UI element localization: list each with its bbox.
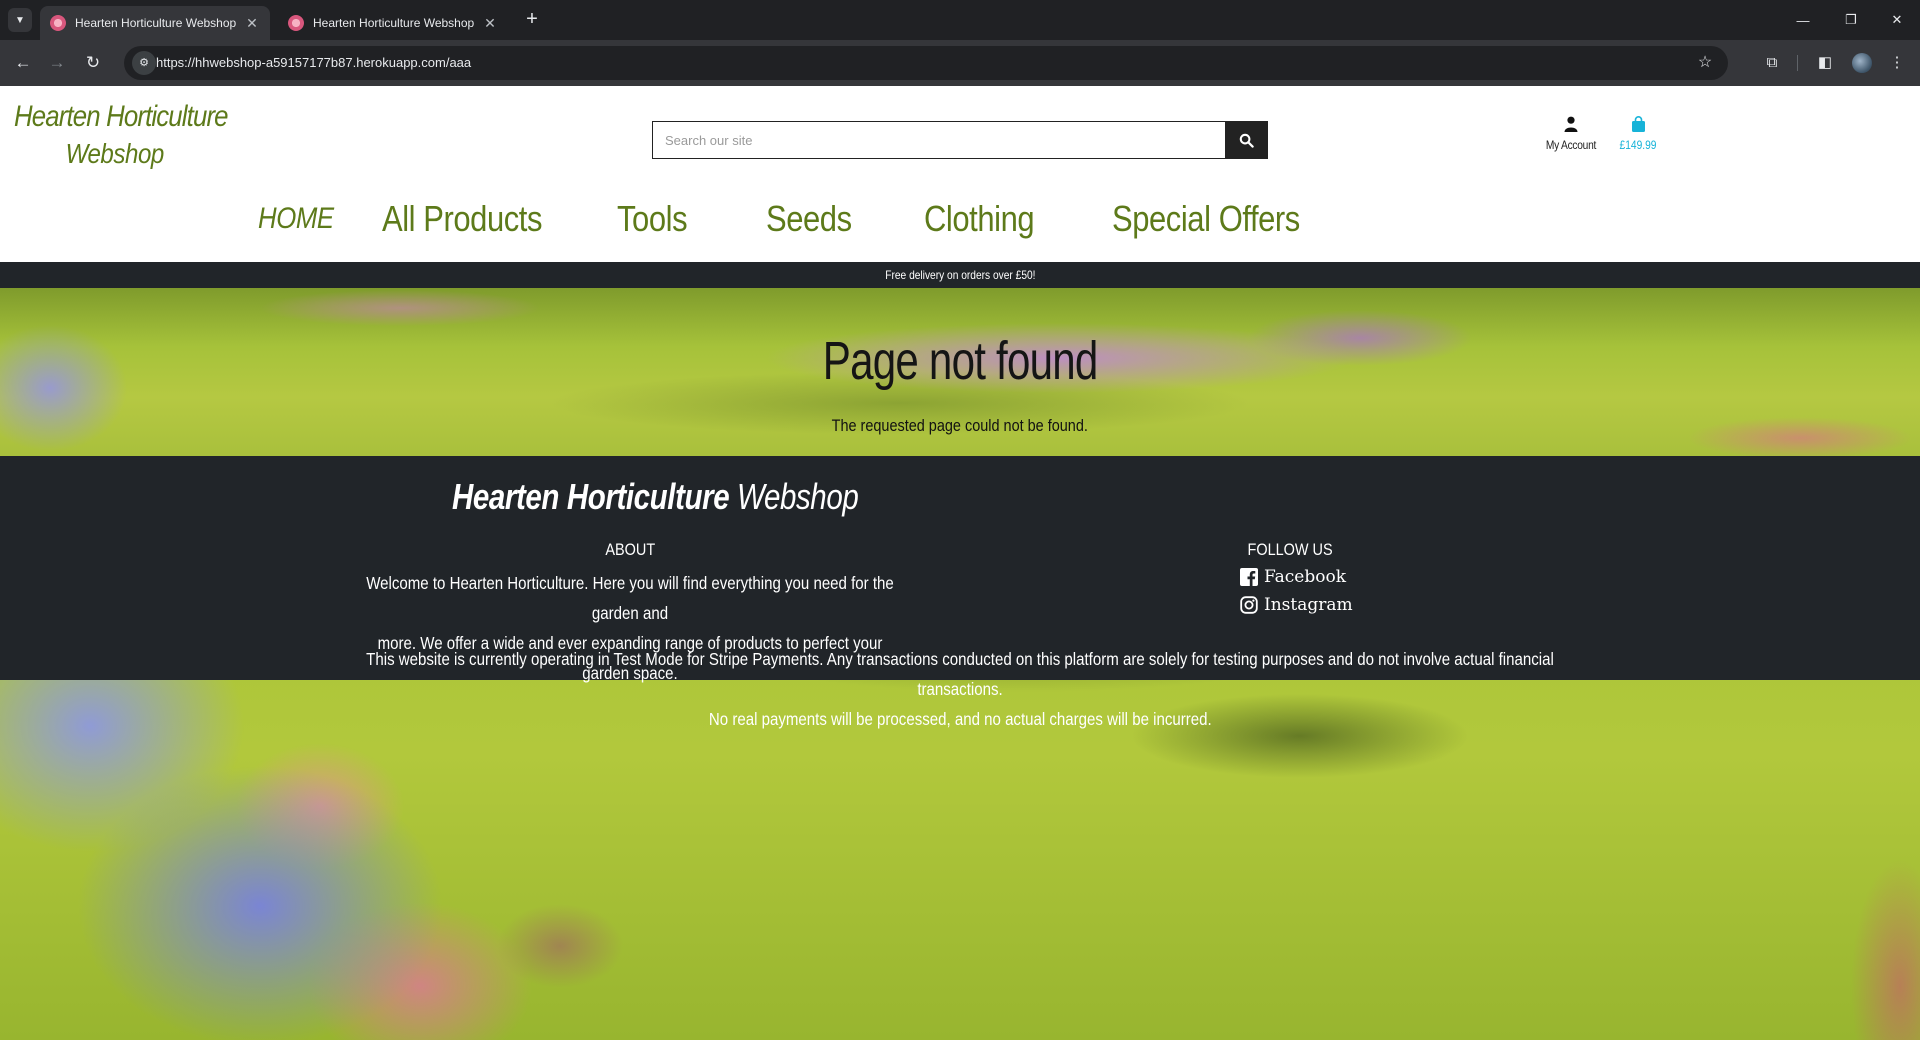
extensions-icon[interactable]: ⧉: [1759, 50, 1785, 76]
search-icon: [1239, 133, 1254, 148]
address-bar[interactable]: ⚙ https://hhwebshop-a59157177b87.herokua…: [124, 46, 1728, 80]
page-viewport: Hearten Horticulture Webshop My Account: [0, 86, 1920, 1040]
logo-title: Hearten Horticulture: [14, 100, 229, 133]
basket-total: £149.99: [1619, 138, 1657, 152]
site-logo[interactable]: Hearten Horticulture Webshop: [14, 100, 234, 170]
nav-tools[interactable]: Tools: [617, 198, 688, 240]
about-heading: ABOUT: [480, 540, 780, 560]
facebook-icon: [1240, 568, 1258, 586]
my-account-link[interactable]: My Account: [1536, 116, 1606, 152]
toolbar-divider: [1797, 55, 1798, 71]
nav-seeds[interactable]: Seeds: [766, 198, 852, 240]
nav-home[interactable]: HOME: [258, 202, 334, 236]
tab-title: Hearten Horticulture Webshop: [313, 16, 475, 30]
nav-clothing[interactable]: Clothing: [924, 198, 1035, 240]
delivery-banner: Free delivery on orders over £50!: [0, 262, 1920, 288]
follow-us-heading-text: FOLLOW US: [1247, 540, 1333, 559]
browser-tab-bar: ▼ Hearten Horticulture Webshop ✕ Hearten…: [0, 0, 1920, 40]
search-button[interactable]: [1225, 122, 1267, 158]
nav-special-offers[interactable]: Special Offers: [1112, 198, 1300, 240]
favicon-icon: [50, 15, 66, 31]
tab-search-icon[interactable]: ▼: [8, 8, 32, 32]
logo-subtitle: Webshop: [65, 138, 165, 169]
browser-tab[interactable]: Hearten Horticulture Webshop ✕: [278, 6, 508, 40]
site-info-icon[interactable]: ⚙: [132, 51, 156, 75]
about-heading-text: ABOUT: [605, 540, 655, 559]
main-navigation: HOME All Products Tools Seeds Clothing S…: [0, 198, 1920, 254]
facebook-link[interactable]: Facebook: [1240, 564, 1400, 590]
test-mode-notice: This website is currently operating in T…: [240, 644, 1680, 734]
reload-icon[interactable]: ↻: [80, 50, 106, 76]
tab-close-icon[interactable]: ✕: [482, 15, 498, 31]
about-text-line: Welcome to Hearten Horticulture. Here yo…: [366, 573, 894, 623]
shopping-bag-icon: [1631, 116, 1645, 132]
page-subtitle-text: The requested page could not be found.: [831, 416, 1089, 435]
favicon-icon: [288, 15, 304, 31]
restore-icon[interactable]: ❐: [1828, 4, 1874, 36]
bookmark-star-icon[interactable]: ☆: [1694, 52, 1716, 74]
footer-brand-suffix: Webshop: [737, 476, 859, 517]
profile-avatar[interactable]: [1852, 53, 1872, 73]
shopping-bag-link[interactable]: £149.99: [1610, 116, 1666, 152]
more-menu-icon[interactable]: ⋮: [1884, 50, 1910, 76]
close-window-icon[interactable]: ✕: [1874, 4, 1920, 36]
page-title-text: Page not found: [822, 331, 1099, 391]
instagram-label: Instagram: [1264, 595, 1353, 615]
side-panel-icon[interactable]: ◧: [1812, 50, 1838, 76]
not-found-section: Page not found The requested page could …: [0, 288, 1920, 456]
back-arrow-icon[interactable]: ←: [10, 50, 36, 76]
nav-all-products[interactable]: All Products: [382, 198, 542, 240]
url-text[interactable]: https://hhwebshop-a59157177b87.herokuapp…: [156, 46, 471, 80]
instagram-icon: [1240, 596, 1258, 614]
forward-arrow-icon[interactable]: →: [44, 50, 70, 76]
site-footer: Hearten Horticulture Webshop ABOUT Welco…: [0, 456, 1920, 729]
follow-us-heading: FOLLOW US: [1140, 540, 1440, 560]
my-account-label: My Account: [1545, 138, 1597, 152]
test-mode-notice-line: No real payments will be processed, and …: [708, 709, 1212, 729]
page-subtitle: The requested page could not be found.: [0, 416, 1920, 436]
minimize-icon[interactable]: —: [1780, 4, 1826, 36]
footer-brand: Hearten Horticulture Webshop: [452, 476, 859, 518]
delivery-banner-text: Free delivery on orders over £50!: [884, 268, 1036, 282]
search-input[interactable]: [653, 122, 1225, 158]
site-search: [652, 121, 1268, 159]
browser-toolbar: ← → ↻ ⚙ https://hhwebshop-a59157177b87.h…: [0, 40, 1920, 86]
instagram-link[interactable]: Instagram: [1240, 592, 1400, 618]
tab-title: Hearten Horticulture Webshop: [75, 16, 237, 30]
browser-tab-active[interactable]: Hearten Horticulture Webshop ✕: [40, 6, 270, 40]
test-mode-notice-line: This website is currently operating in T…: [366, 649, 1554, 699]
facebook-label: Facebook: [1264, 567, 1347, 587]
tab-close-icon[interactable]: ✕: [244, 15, 260, 31]
page-title: Page not found: [0, 330, 1920, 392]
site-header: Hearten Horticulture Webshop My Account: [0, 86, 1920, 262]
footer-brand-name: Hearten Horticulture: [452, 476, 730, 517]
user-icon: [1564, 116, 1578, 132]
new-tab-icon[interactable]: +: [520, 8, 544, 32]
